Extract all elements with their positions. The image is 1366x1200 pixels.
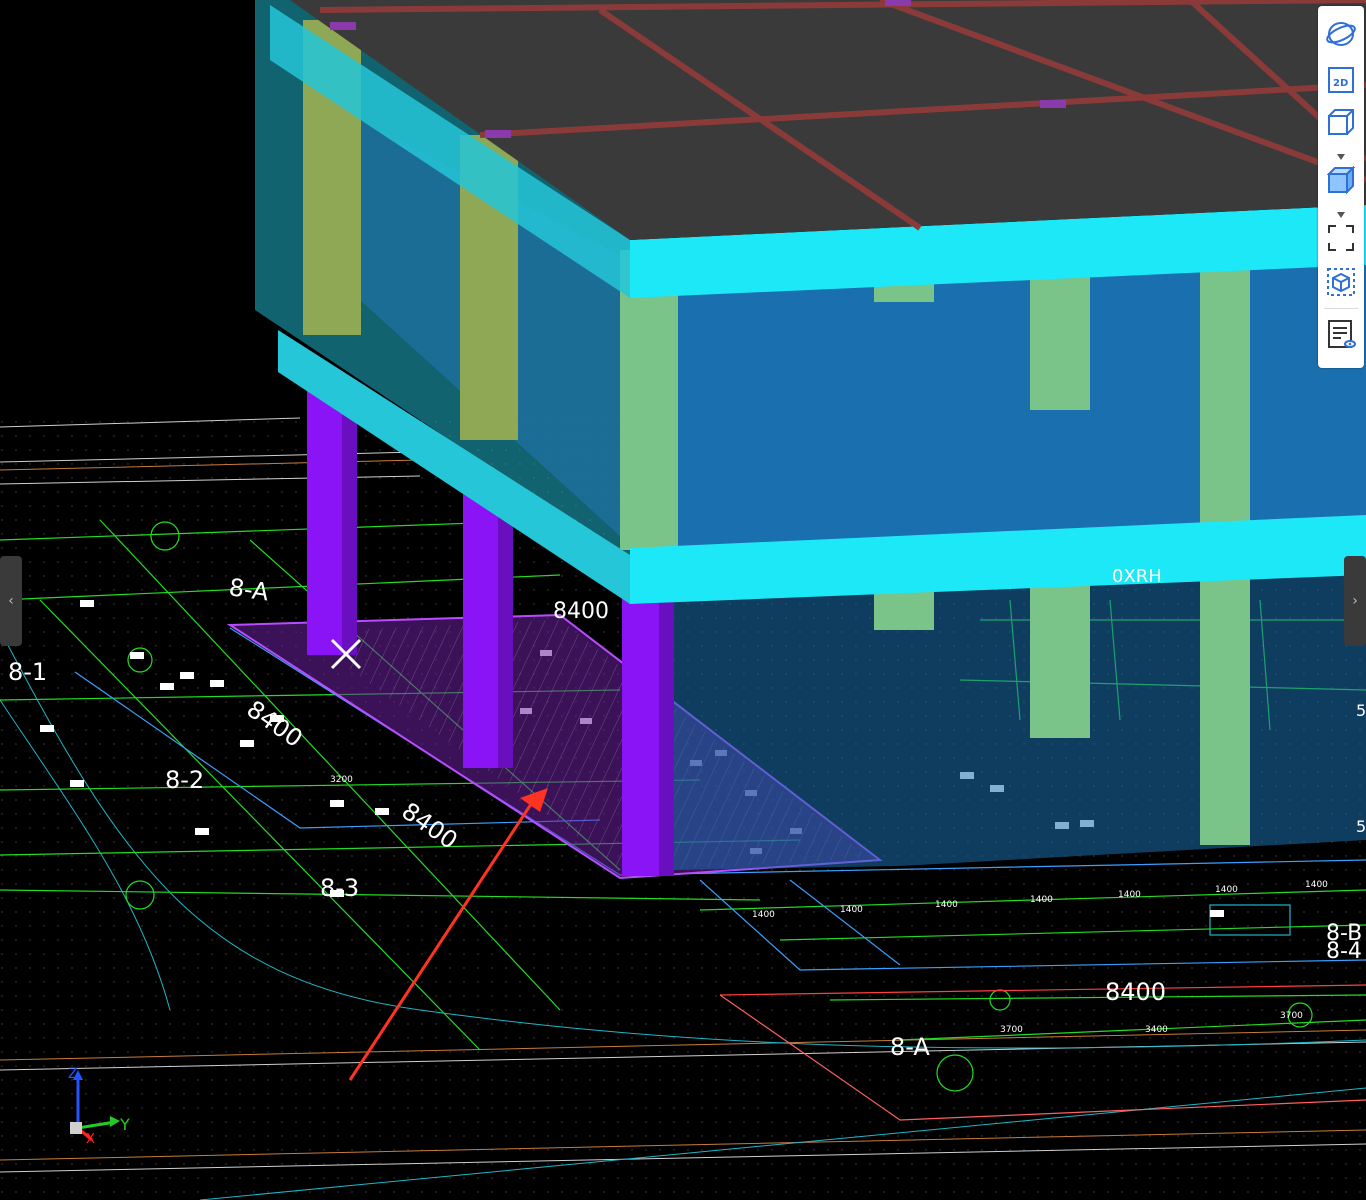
grid-label: 8-4 <box>1326 939 1362 964</box>
small-dim: 3200 <box>330 775 353 785</box>
small-dim: 3400 <box>1145 1025 1168 1035</box>
chevron-down-icon[interactable] <box>1336 146 1346 160</box>
fit-view-icon[interactable] <box>1325 222 1357 254</box>
small-dim: 1400 <box>752 910 775 920</box>
right-panel-handle[interactable]: › <box>1344 556 1366 646</box>
ground-floor-glass <box>674 575 1366 870</box>
small-dim: 1400 <box>935 900 958 910</box>
2d-view-icon[interactable]: 2D <box>1325 64 1357 96</box>
properties-panel-icon[interactable] <box>1325 318 1357 350</box>
z-axis-label: Z <box>68 1066 78 1082</box>
grid-label: 8-3 <box>320 874 359 902</box>
left-panel-handle[interactable]: ‹ <box>0 556 22 646</box>
toolbar-divider <box>1324 308 1358 309</box>
upper-front-glass <box>630 255 1366 548</box>
chevron-left-icon: ‹ <box>8 593 14 609</box>
small-dim: 1400 <box>1215 885 1238 895</box>
isolate-cube-icon[interactable] <box>1325 266 1357 298</box>
grid-label: 8-1 <box>8 658 47 686</box>
grid-label: 8-A <box>227 573 271 606</box>
orbit-icon[interactable] <box>1325 18 1357 50</box>
2d-label: 2D <box>1333 78 1348 89</box>
grid-label: 8-2 <box>165 766 204 794</box>
small-dim: 1400 <box>840 905 863 915</box>
small-dim: 3700 <box>1280 1011 1303 1021</box>
y-axis-label: Y <box>119 1115 130 1134</box>
partial-label: 5 <box>1356 701 1366 720</box>
small-dim: 1400 <box>1118 890 1141 900</box>
small-dim: 3700 <box>1000 1025 1023 1035</box>
dimension-label: 8400 <box>1105 978 1166 1006</box>
partial-label: 0XRH <box>1112 566 1162 587</box>
x-axis-label: X <box>86 1132 95 1147</box>
wireframe-cube-icon[interactable] <box>1325 106 1357 138</box>
view-toolbar: 2D <box>1318 6 1364 368</box>
small-dim: 1400 <box>1030 895 1053 905</box>
chevron-right-icon: › <box>1352 593 1358 609</box>
small-dim: 1400 <box>1305 880 1328 890</box>
dimension-label: 8400 <box>553 599 609 624</box>
partial-label: 5 <box>1356 817 1366 836</box>
3d-viewport[interactable]: 8-A 8-1 8-2 8-3 8-A 8-B 8-4 8400 8400 84… <box>0 0 1366 1200</box>
chevron-down-icon[interactable] <box>1336 204 1346 218</box>
grid-label: 8-A <box>890 1033 930 1061</box>
shaded-cube-icon[interactable] <box>1325 164 1357 196</box>
